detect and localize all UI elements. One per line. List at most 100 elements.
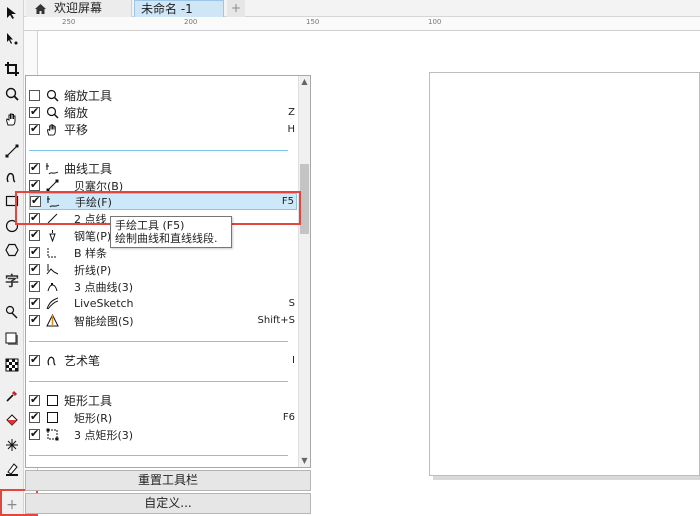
item-label: B 样条 <box>74 246 108 260</box>
list-item-3-point-rectangle[interactable]: 3 点矩形(3) <box>29 426 297 443</box>
text-tool-icon[interactable]: 字 <box>3 272 21 290</box>
flyout-scrollbar[interactable]: ▲ ▼ <box>298 76 310 467</box>
list-item-polyline[interactable]: 折线(P) <box>29 261 297 278</box>
ruler-tick-label: 250 <box>62 18 76 26</box>
outline-pen-icon[interactable] <box>3 460 21 478</box>
checkbox[interactable] <box>29 427 40 440</box>
drawing-page[interactable] <box>429 72 700 476</box>
group-header-rectangle[interactable]: 矩形工具 <box>29 392 297 409</box>
checkbox[interactable] <box>29 178 40 191</box>
shortcut-key: F6 <box>282 412 295 423</box>
pick-tool-icon[interactable] <box>3 4 21 22</box>
horizontal-ruler[interactable]: 250 200 150 100 <box>24 17 700 31</box>
group-header-label: 艺术笔 <box>64 354 101 368</box>
customize-button[interactable]: 自定义... <box>25 493 311 514</box>
list-item-3-point-curve[interactable]: 3 点曲线(3) <box>29 278 297 295</box>
home-icon <box>35 4 46 14</box>
shortcut-key: I <box>292 355 295 366</box>
tab-welcome-label: 欢迎屏幕 <box>54 1 103 15</box>
group-header-curve[interactable]: 曲线工具 <box>29 160 297 177</box>
transparency-icon[interactable] <box>3 356 21 374</box>
zoom-icon <box>44 88 60 104</box>
group-header-label: 矩形工具 <box>64 394 113 408</box>
tab-welcome-screen[interactable]: 欢迎屏幕 <box>26 0 132 17</box>
list-item-smart-drawing[interactable]: 智能绘图(S) Shift+S <box>29 312 297 329</box>
group-header-zoom[interactable]: 缩放工具 <box>29 87 297 104</box>
group-separator <box>29 150 288 151</box>
group-separator <box>29 381 288 382</box>
zoom-tool-icon[interactable] <box>3 85 21 103</box>
list-item-pan[interactable]: 平移 H <box>29 121 297 138</box>
list-item-zoom[interactable]: 缩放 Z <box>29 104 297 121</box>
drop-shadow-icon[interactable] <box>3 330 21 348</box>
item-label: 平移 <box>64 123 89 137</box>
shortcut-key: Shift+S <box>257 315 295 326</box>
checkbox[interactable] <box>29 245 40 258</box>
shortcut-key: H <box>287 124 295 135</box>
b-spline-icon <box>44 245 60 261</box>
scroll-down-icon[interactable]: ▼ <box>299 455 310 467</box>
list-item-rectangle[interactable]: 矩形(R) F6 <box>29 409 297 426</box>
item-label: 矩形(R) <box>74 411 113 425</box>
checkbox[interactable] <box>29 90 40 101</box>
livesketch-icon <box>44 296 60 312</box>
scroll-up-icon[interactable]: ▲ <box>299 76 310 88</box>
eyedropper-icon[interactable] <box>3 387 21 405</box>
document-tab-bar: 欢迎屏幕 未命名 -1 + <box>0 0 700 17</box>
checkbox[interactable] <box>29 313 40 326</box>
new-tab-button[interactable]: + <box>227 0 245 17</box>
item-label: 钢笔(P) <box>74 229 112 243</box>
polyline-icon <box>44 262 60 278</box>
freehand-icon <box>44 161 60 177</box>
checkbox[interactable] <box>29 161 40 174</box>
shortcut-key: Z <box>288 107 295 118</box>
tab-untitled-label: 未命名 -1 <box>141 2 193 16</box>
checkbox[interactable] <box>29 228 40 241</box>
item-label: 3 点曲线(3) <box>74 280 134 294</box>
shape-tool-icon[interactable] <box>3 30 21 48</box>
checkbox[interactable] <box>29 393 40 406</box>
tooltip-description: 绘制曲线和直线线段. <box>115 232 218 245</box>
item-label: 智能绘图(S) <box>74 314 134 328</box>
three-point-curve-icon <box>44 279 60 295</box>
pen-nib-icon <box>44 228 60 244</box>
group-header-label: 缩放工具 <box>64 89 113 103</box>
toolbox: 字 + <box>0 0 24 516</box>
item-label: 折线(P) <box>74 263 112 277</box>
rectangle-icon <box>44 410 60 426</box>
group-separator <box>29 341 288 342</box>
crop-tool-icon[interactable] <box>3 60 21 78</box>
hand-icon <box>44 122 60 138</box>
reset-toolbar-button[interactable]: 重置工具栏 <box>25 470 311 491</box>
smart-fill-icon[interactable] <box>3 436 21 454</box>
checkbox[interactable] <box>29 353 40 366</box>
toolbox-customize-flyout: 缩放工具 缩放 Z 平移 H 曲线工具 贝塞尔(B) <box>25 75 311 468</box>
scrollbar-thumb[interactable] <box>300 164 309 234</box>
ruler-tick-label: 100 <box>428 18 442 26</box>
checkbox[interactable] <box>29 262 40 275</box>
item-label: LiveSketch <box>74 297 134 310</box>
artistic-media-icon[interactable] <box>3 168 21 186</box>
item-label: 3 点矩形(3) <box>74 428 134 442</box>
polygon-tool-icon[interactable] <box>3 241 21 259</box>
group-header-art-pen[interactable]: 艺术笔 I <box>29 352 297 369</box>
parallel-dimension-icon[interactable] <box>3 303 21 321</box>
ruler-tick-label: 200 <box>184 18 198 26</box>
checkbox[interactable] <box>29 410 40 423</box>
three-point-rectangle-icon <box>44 427 60 443</box>
shortcut-key: S <box>288 298 295 309</box>
rectangle-icon <box>44 393 60 409</box>
list-item-livesketch[interactable]: LiveSketch S <box>29 295 297 312</box>
interactive-fill-icon[interactable] <box>3 411 21 429</box>
item-label: 缩放 <box>64 106 89 120</box>
tab-untitled-document[interactable]: 未命名 -1 <box>134 0 224 17</box>
checkbox[interactable] <box>29 105 40 118</box>
zoom-icon <box>44 105 60 121</box>
checkbox[interactable] <box>29 279 40 292</box>
pan-hand-icon[interactable] <box>3 110 21 128</box>
ruler-tick-label: 150 <box>306 18 320 26</box>
group-separator <box>29 455 288 456</box>
checkbox[interactable] <box>29 122 40 135</box>
checkbox[interactable] <box>29 296 40 309</box>
bezier-tool-icon[interactable] <box>3 142 21 160</box>
